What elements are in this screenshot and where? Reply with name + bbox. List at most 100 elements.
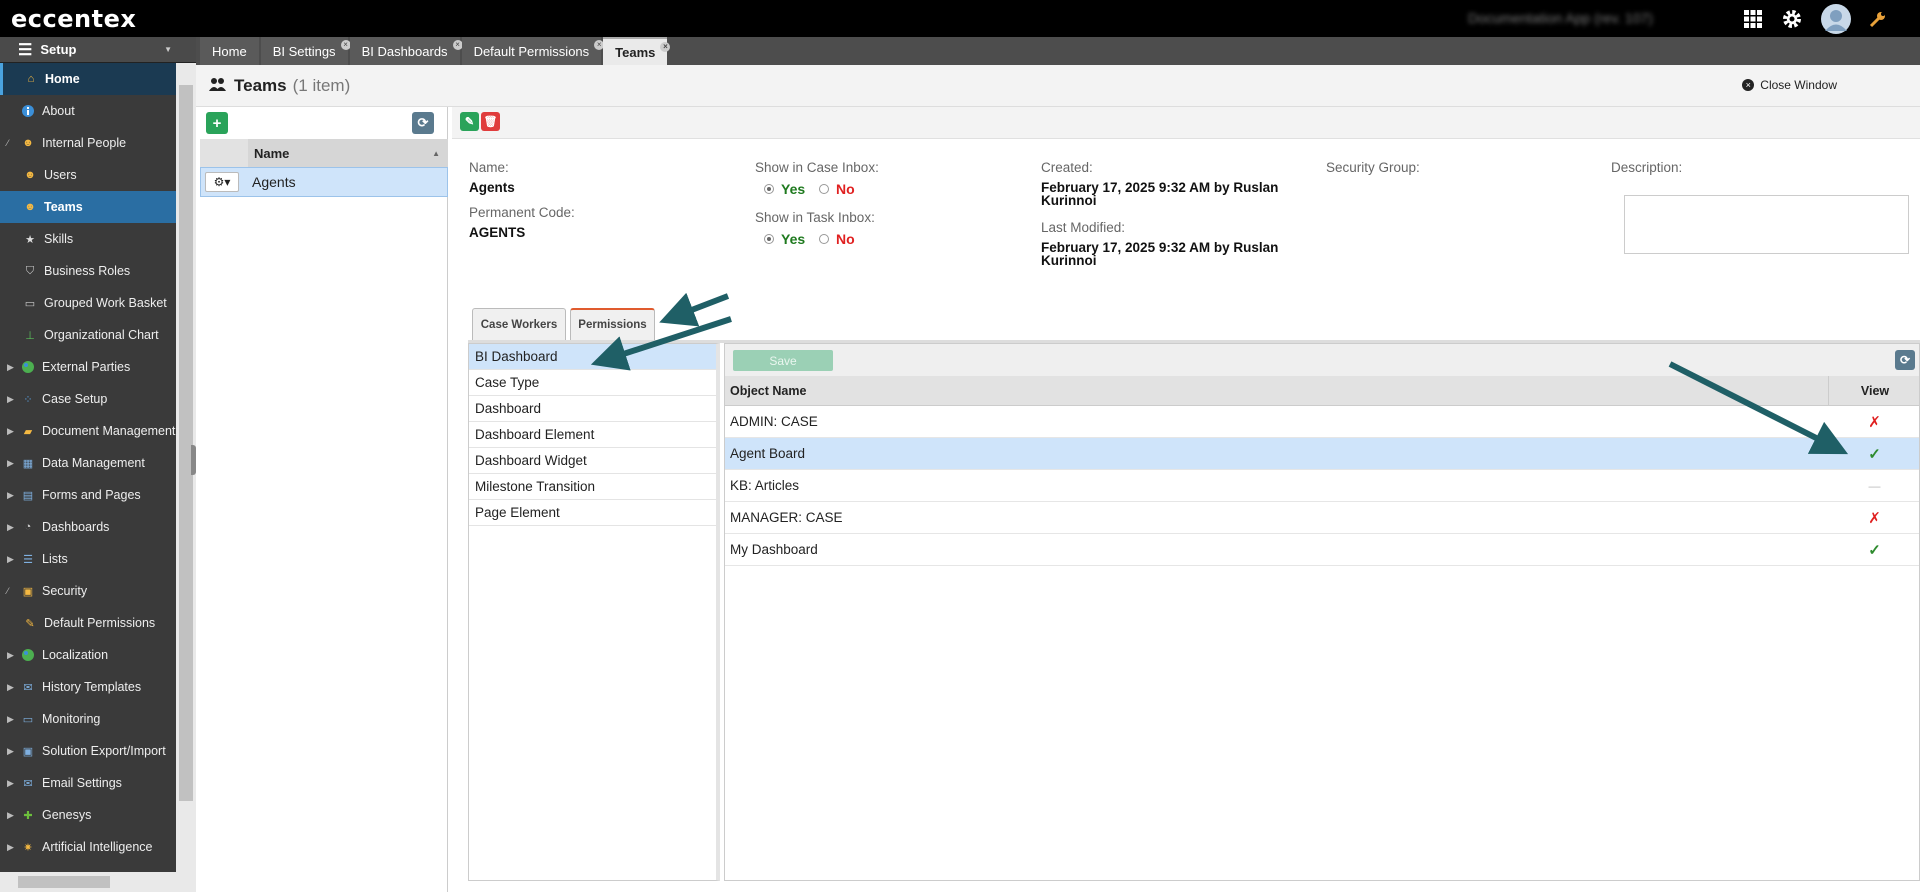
sidebar-item-history-templates[interactable]: ▶ ✉ History Templates — [0, 671, 176, 703]
task-inbox-yes-radio[interactable]: Yes — [764, 231, 805, 247]
column-header-name[interactable]: Name ▲ — [248, 139, 448, 167]
sidebar-item-security[interactable]: ⁄ ▣ Security — [0, 575, 176, 607]
deny-icon[interactable]: ✗ — [1828, 509, 1920, 527]
sort-icon[interactable]: ▲ — [432, 149, 440, 158]
folder-icon: ▰ — [23, 425, 33, 438]
delete-button[interactable]: 🗑 — [481, 112, 500, 131]
user-avatar[interactable] — [1821, 4, 1851, 34]
sidebar-header[interactable]: ☰ Setup ▼ — [0, 37, 196, 63]
allow-icon[interactable]: ✓ — [1828, 445, 1920, 463]
hscrollbar-thumb[interactable] — [18, 876, 110, 888]
close-icon[interactable]: × — [660, 42, 671, 52]
refresh-button[interactable]: ⟳ — [1895, 350, 1915, 370]
list-item[interactable]: ⚙▾ Agents — [200, 167, 448, 197]
sidebar-item-genesys[interactable]: ▶ ✚ Genesys — [0, 799, 176, 831]
case-inbox-yes-radio[interactable]: Yes — [764, 181, 805, 197]
app-name: Documentation App (rev. 107) — [1468, 10, 1653, 26]
sidebar-title: Setup — [40, 42, 77, 57]
task-inbox-no-radio[interactable]: No — [819, 231, 855, 247]
refresh-button[interactable]: ⟳ — [412, 112, 434, 134]
save-button[interactable]: Save — [733, 350, 833, 371]
column-header-object-name[interactable]: Object Name — [730, 384, 806, 398]
edit-button[interactable]: ✎ — [460, 112, 479, 131]
basket-icon: ▭ — [24, 297, 36, 310]
sidebar-item-data-management[interactable]: ▶ ▦ Data Management — [0, 447, 176, 479]
sidebar-hscrollbar[interactable] — [0, 872, 176, 892]
tab-permissions[interactable]: Permissions — [570, 308, 655, 340]
page-title: Teams — [234, 75, 287, 95]
sidebar-item-teams[interactable]: ☻ Teams — [0, 191, 176, 223]
permanent-code-label: Permanent Code: — [469, 205, 575, 220]
case-inbox-no-radio[interactable]: No — [819, 181, 855, 197]
wrench-icon[interactable] — [1866, 7, 1890, 31]
sidebar-item-users[interactable]: ☻ Users — [0, 159, 176, 191]
row-actions-dropdown[interactable]: ⚙▾ — [205, 172, 239, 192]
list-item-case-type[interactable]: Case Type — [469, 370, 716, 396]
sidebar-item-grouped-work-basket[interactable]: ▭ Grouped Work Basket — [0, 287, 176, 319]
sidebar-item-forms-and-pages[interactable]: ▶ ▤ Forms and Pages — [0, 479, 176, 511]
tab-home[interactable]: Home — [200, 37, 259, 65]
form-icon: ▤ — [22, 489, 34, 502]
sidebar-item-internal-people[interactable]: ⁄ ☻ Internal People — [0, 127, 176, 159]
sidebar-item-artificial-intelligence[interactable]: ▶ ✷ Artificial Intelligence — [0, 831, 176, 863]
refresh-icon: ⟳ — [1899, 353, 1911, 367]
sidebar-item-lists[interactable]: ▶ ☰ Lists — [0, 543, 176, 575]
list-item-dashboard-element[interactable]: Dashboard Element — [469, 422, 716, 448]
scrollbar-thumb[interactable] — [179, 85, 193, 801]
list-item-dashboard[interactable]: Dashboard — [469, 396, 716, 422]
tab-bi-dashboards[interactable]: BI Dashboards × — [349, 37, 463, 65]
monitor-icon: ▭ — [22, 713, 34, 726]
list-item-milestone-transition[interactable]: Milestone Transition — [469, 474, 716, 500]
sidebar-item-dashboards[interactable]: ▶ ◔ Dashboards — [0, 511, 176, 543]
unset-icon[interactable]: — — [1828, 479, 1920, 493]
tab-teams[interactable]: Teams × — [603, 37, 671, 65]
table-row[interactable]: My Dashboard ✓ — [725, 534, 1919, 566]
tab-bar: Home BI Settings × BI Dashboards × Default… — [196, 37, 1920, 65]
created-label: Created: — [1041, 160, 1093, 175]
radio-dot — [764, 234, 774, 244]
description-field[interactable] — [1624, 195, 1909, 254]
sidebar-item-solution-export-import[interactable]: ▶ ▣ Solution Export/Import — [0, 735, 176, 767]
sidebar-item-home[interactable]: ⌂ Home — [0, 63, 176, 95]
list-item-bi-dashboard[interactable]: BI Dashboard — [469, 344, 716, 370]
sidebar-item-case-setup[interactable]: ▶ ⁘ Case Setup — [0, 383, 176, 415]
allow-icon[interactable]: ✓ — [1828, 541, 1920, 559]
close-window-button[interactable]: × Close Window — [1742, 78, 1837, 92]
table-row[interactable]: MANAGER: CASE ✗ — [725, 502, 1919, 534]
sidebar-item-email-settings[interactable]: ▶ ✉ Email Settings — [0, 767, 176, 799]
close-icon: × — [1742, 79, 1755, 91]
sidebar-item-business-roles[interactable]: ⛉ Business Roles — [0, 255, 176, 287]
sidebar-item-org-chart[interactable]: ⊥ Organizational Chart — [0, 319, 176, 351]
sidebar-scrollbar[interactable] — [176, 63, 196, 892]
sidebar-item-default-permissions[interactable]: ✎ Default Permissions — [0, 607, 176, 639]
radio-dot — [764, 184, 774, 194]
list-item-page-element[interactable]: Page Element — [469, 500, 716, 526]
column-header-view[interactable]: View — [1828, 376, 1920, 406]
settings-gear-icon[interactable] — [1780, 7, 1804, 31]
sidebar-item-localization[interactable]: ▶ Localization — [0, 639, 176, 671]
sidebar-item-about[interactable]: About — [0, 95, 176, 127]
tab-bi-settings[interactable]: BI Settings × — [260, 37, 351, 65]
deny-icon[interactable]: ✗ — [1828, 413, 1920, 431]
teams-list-pane: + ⟳ Name ▲ ⚙▾ Agents — [200, 107, 448, 892]
list-item-dashboard-widget[interactable]: Dashboard Widget — [469, 448, 716, 474]
object-type-list: BI Dashboard Case Type Dashboard Dashboa… — [468, 343, 720, 881]
user-icon: ☻ — [24, 169, 36, 181]
apps-grid-icon[interactable] — [1741, 7, 1765, 31]
sidebar-item-document-management[interactable]: ▶ ▰ Document Management — [0, 415, 176, 447]
chevron-down-icon[interactable]: ▼ — [164, 45, 172, 54]
sidebar-item-external-parties[interactable]: ▶ External Parties — [0, 351, 176, 383]
sidebar-item-skills[interactable]: ★ Skills — [0, 223, 176, 255]
add-button[interactable]: + — [206, 112, 228, 134]
list-toolbar: + ⟳ — [200, 107, 447, 139]
sidebar-item-monitoring[interactable]: ▶ ▭ Monitoring — [0, 703, 176, 735]
tab-case-workers[interactable]: Case Workers — [472, 308, 566, 340]
menu-icon[interactable]: ☰ — [18, 40, 32, 60]
table-row[interactable]: KB: Articles — — [725, 470, 1919, 502]
radio-dot — [819, 234, 829, 244]
tab-default-permissions[interactable]: Default Permissions × — [461, 37, 605, 65]
table-row[interactable]: Agent Board ✓ — [725, 438, 1919, 470]
list-header-spacer — [200, 139, 248, 167]
logo[interactable]: eccentex — [11, 5, 136, 33]
table-row[interactable]: ADMIN: CASE ✗ — [725, 406, 1919, 438]
